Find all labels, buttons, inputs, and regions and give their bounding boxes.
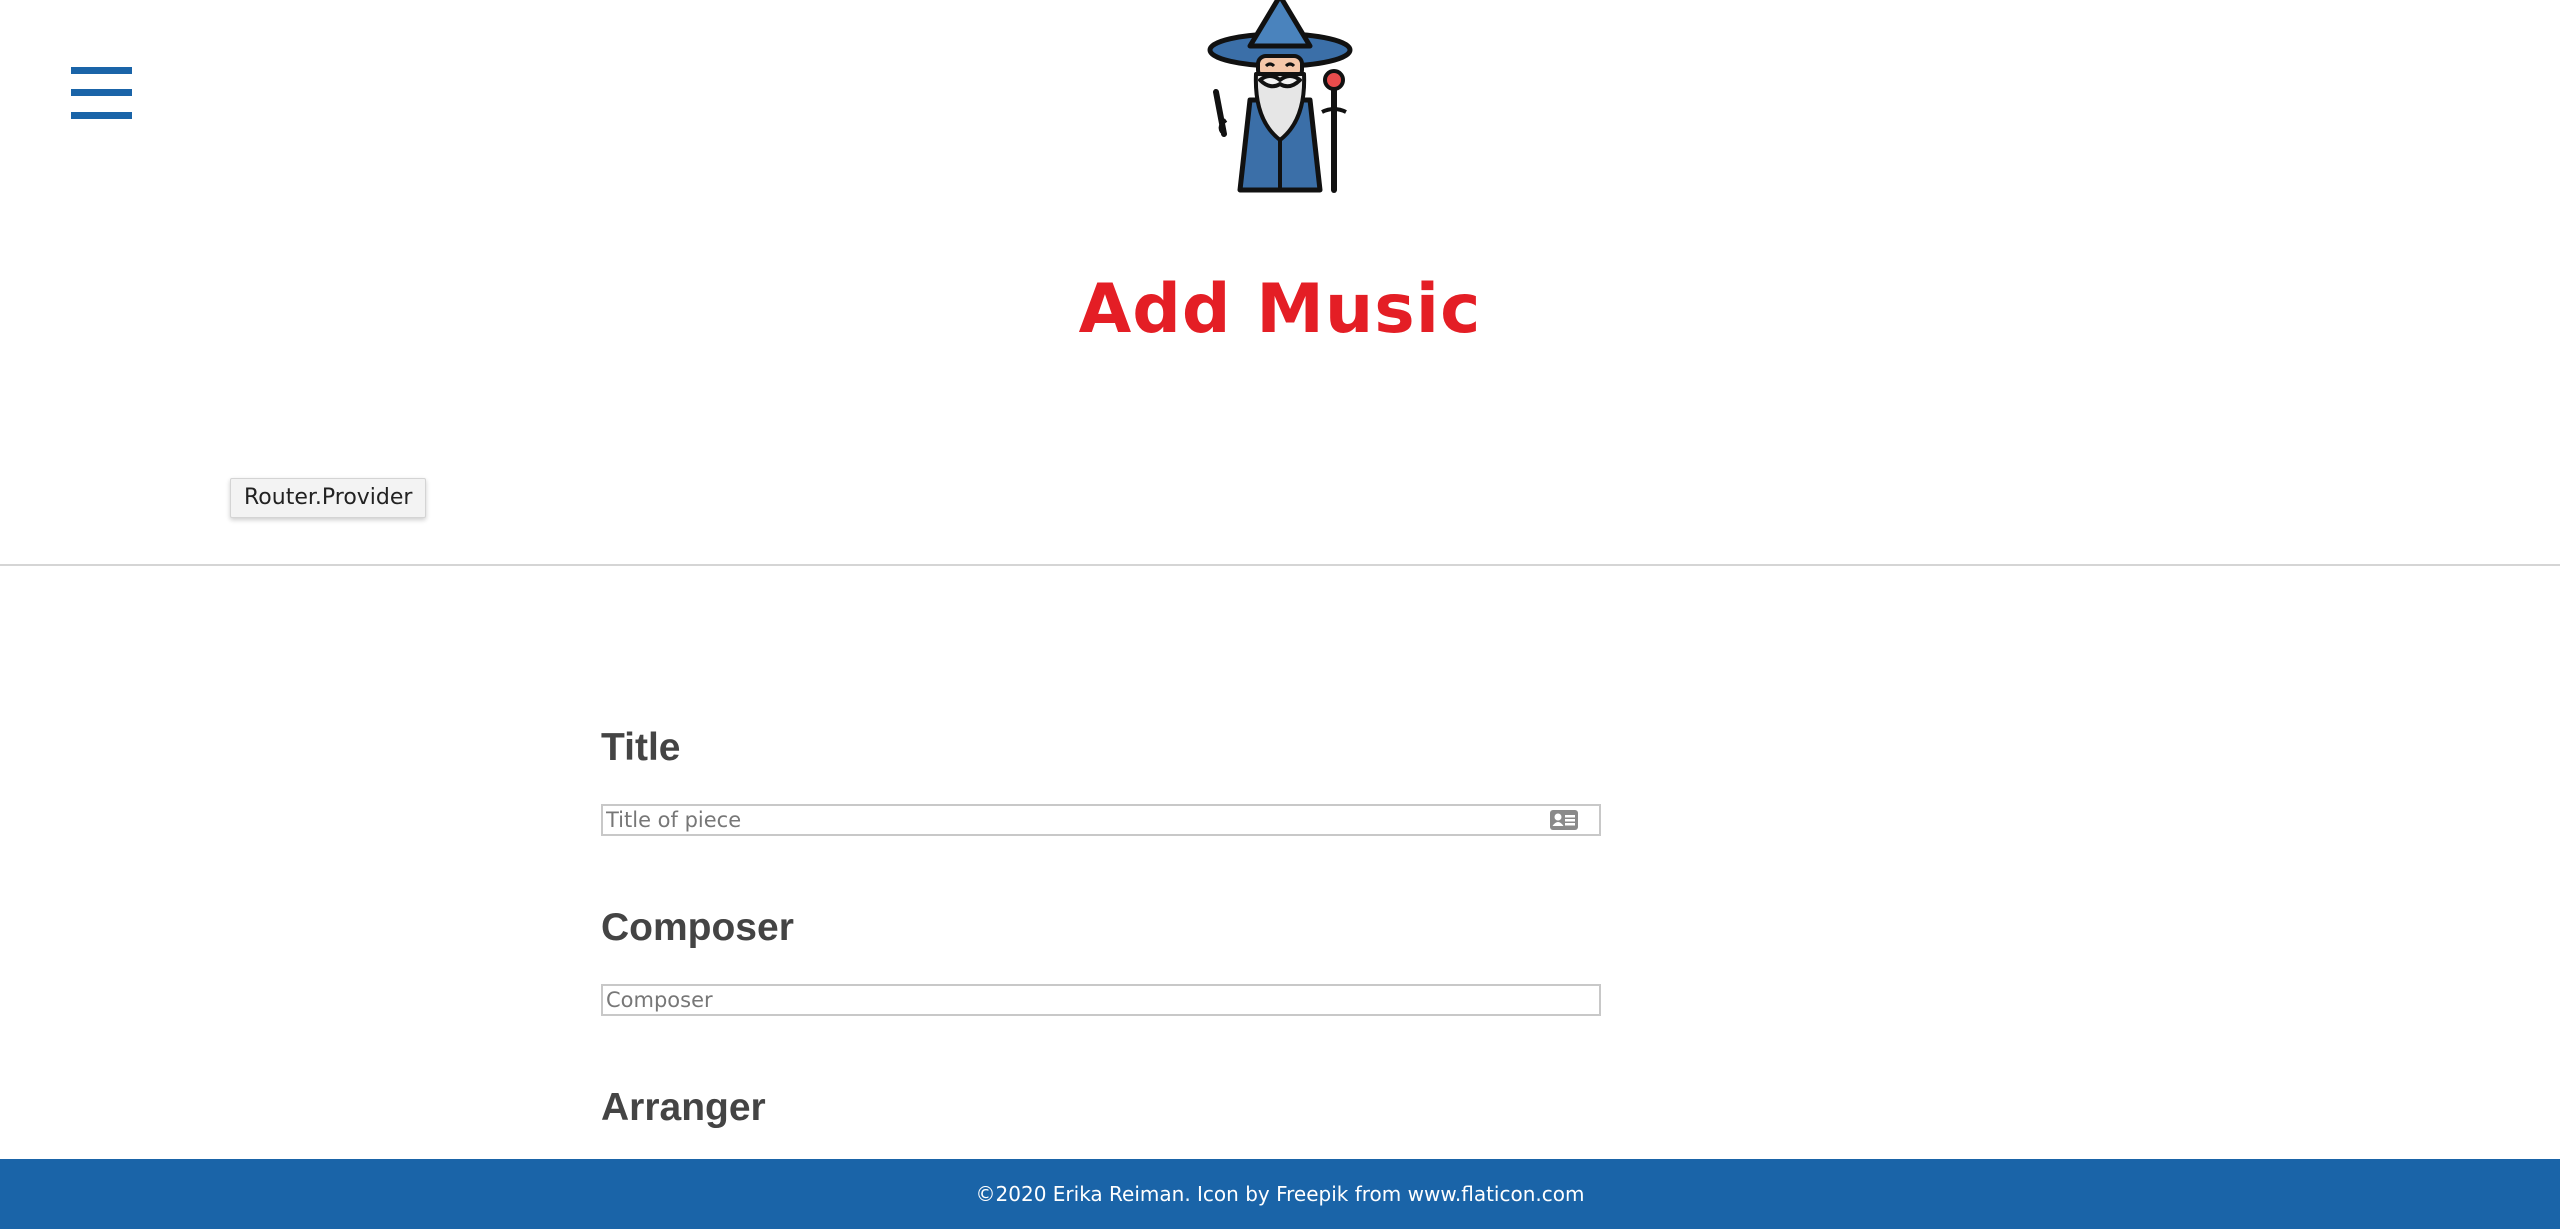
hamburger-menu-icon[interactable] — [71, 67, 132, 119]
footer-credit-text: ©2020 Erika Reiman. Icon by Freepik from… — [975, 1182, 1585, 1206]
title-input[interactable] — [601, 804, 1601, 836]
page: Add Music Router.Provider Title Composer… — [0, 0, 2560, 1232]
contact-card-icon[interactable] — [1549, 809, 1579, 831]
title-label: Title — [601, 726, 681, 769]
composer-input[interactable] — [601, 984, 1601, 1016]
header-divider — [0, 564, 2560, 566]
hamburger-bar — [71, 89, 132, 96]
router-provider-badge: Router.Provider — [230, 478, 427, 518]
footer: ©2020 Erika Reiman. Icon by Freepik from… — [0, 1159, 2560, 1229]
page-title: Add Music — [1078, 270, 1482, 349]
arranger-label: Arranger — [601, 1086, 766, 1129]
hamburger-bar — [71, 67, 132, 74]
composer-label: Composer — [601, 906, 794, 949]
wizard-logo-icon — [1207, 0, 1353, 193]
hamburger-bar — [71, 112, 132, 119]
